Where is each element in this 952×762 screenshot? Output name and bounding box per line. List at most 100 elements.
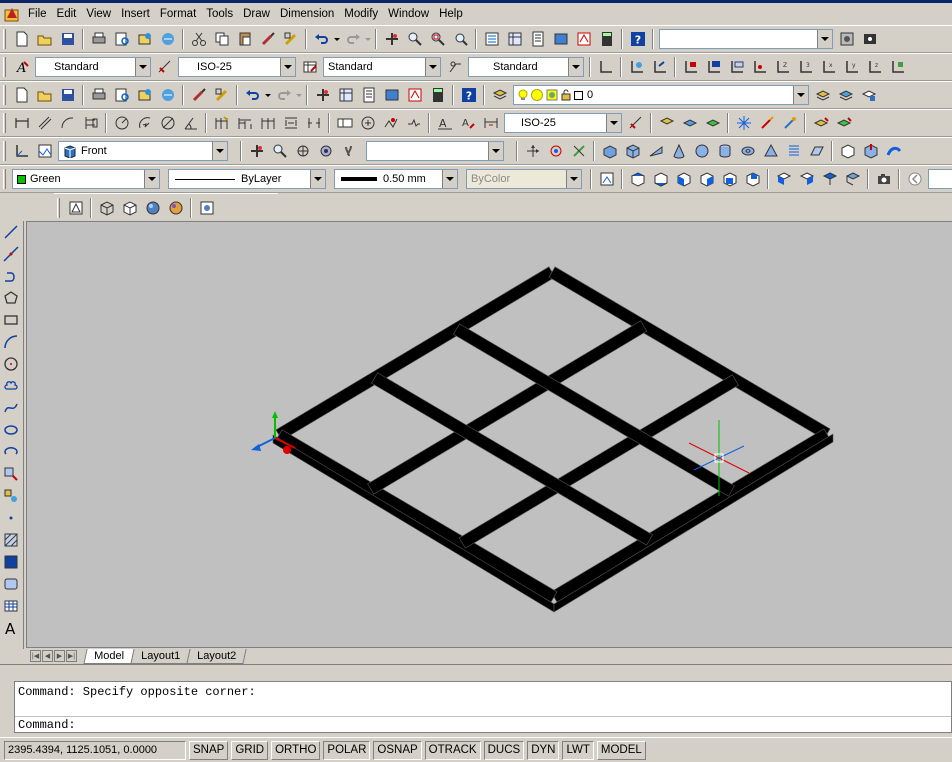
quick-calc-icon[interactable] <box>426 84 449 106</box>
command-prompt-input[interactable]: Command: <box>15 716 951 733</box>
top-view-icon[interactable] <box>626 168 649 190</box>
frame-edge-se[interactable] <box>550 428 831 603</box>
2d-wireframe-icon[interactable] <box>64 197 87 219</box>
named-views-icon[interactable] <box>33 140 56 162</box>
design-center-icon[interactable] <box>503 28 526 50</box>
match-properties-icon[interactable] <box>187 84 210 106</box>
3d-move-icon[interactable] <box>521 140 544 162</box>
3d-align-icon[interactable] <box>567 140 590 162</box>
open-file-icon[interactable] <box>33 84 56 106</box>
wedge-icon[interactable] <box>644 140 667 162</box>
command-window[interactable]: Command: Specify opposite corner: Comman… <box>14 681 952 733</box>
center-mark-icon[interactable] <box>356 112 379 134</box>
insert-block-icon[interactable] <box>0 463 22 485</box>
ucs-z-rotate-icon[interactable]: z <box>863 56 886 78</box>
menu-draw[interactable]: Draw <box>238 5 275 23</box>
redo-dropdown-icon[interactable] <box>295 84 303 106</box>
free-orbit-icon[interactable] <box>314 140 337 162</box>
named-ucs-combo[interactable] <box>366 141 504 161</box>
box-icon[interactable] <box>621 140 644 162</box>
redo-dropdown-icon[interactable] <box>364 28 372 50</box>
table-style-icon[interactable] <box>298 56 321 78</box>
circle-icon[interactable] <box>0 353 22 375</box>
chevron-down-icon[interactable] <box>442 170 457 188</box>
point-icon[interactable] <box>0 507 22 529</box>
jogged-linear-icon[interactable] <box>402 112 425 134</box>
polygon-icon[interactable] <box>0 287 22 309</box>
gradient-icon[interactable] <box>0 551 22 573</box>
cylinder-icon[interactable] <box>713 140 736 162</box>
inspection-icon[interactable] <box>379 112 402 134</box>
otrack-toggle[interactable]: OTRACK <box>424 740 481 760</box>
drawing-canvas[interactable] <box>27 222 952 648</box>
left-view-icon[interactable] <box>672 168 695 190</box>
table-style-combo[interactable]: Standard <box>323 57 441 77</box>
menu-insert[interactable]: Insert <box>116 5 155 23</box>
torus-icon[interactable] <box>736 140 759 162</box>
linear-dimension-icon[interactable] <box>10 112 33 134</box>
new-file-icon[interactable] <box>10 84 33 106</box>
3d-dwf-icon[interactable] <box>156 84 179 106</box>
tab-model[interactable]: Model <box>83 648 135 664</box>
layer-properties-manager-icon[interactable] <box>488 84 511 106</box>
quick-calc-icon[interactable] <box>595 28 618 50</box>
hatch-icon[interactable] <box>0 529 22 551</box>
chevron-down-icon[interactable] <box>135 58 150 76</box>
layer-isolate-icon[interactable] <box>678 112 701 134</box>
menu-tools[interactable]: Tools <box>201 5 238 23</box>
dimension-style-icon[interactable] <box>624 112 647 134</box>
linetype-control-combo[interactable]: ByLayer <box>168 169 326 189</box>
region-icon[interactable] <box>0 573 22 595</box>
ucs-3point-icon[interactable]: 3 <box>794 56 817 78</box>
make-block-icon[interactable] <box>0 485 22 507</box>
markup-set-manager-icon[interactable] <box>403 84 426 106</box>
undo-dropdown-icon[interactable] <box>264 84 272 106</box>
redo-icon[interactable] <box>272 84 295 106</box>
model-toggle[interactable]: MODEL <box>596 740 646 760</box>
quick-dimension-icon[interactable] <box>210 112 233 134</box>
ucs-world-icon[interactable] <box>625 56 648 78</box>
back-view-icon[interactable] <box>741 168 764 190</box>
tool-palettes-icon[interactable] <box>357 84 380 106</box>
layer-on-icon[interactable] <box>518 89 528 101</box>
3d-dwf-icon[interactable] <box>156 28 179 50</box>
toolbar-grip[interactable] <box>3 169 6 189</box>
ellipse-arc-icon[interactable] <box>0 441 22 463</box>
polar-toggle[interactable]: POLAR <box>323 740 371 760</box>
open-file-icon[interactable] <box>33 28 56 50</box>
arc-length-icon[interactable] <box>56 112 79 134</box>
layer-unisolate-icon[interactable] <box>701 112 724 134</box>
ucs-object-icon[interactable] <box>702 56 725 78</box>
spline-icon[interactable] <box>0 397 22 419</box>
chevron-down-icon[interactable] <box>280 58 295 76</box>
walk-icon[interactable] <box>337 140 360 162</box>
block-editor-icon[interactable] <box>279 28 302 50</box>
dimension-style-combo-2[interactable]: ISO-25 <box>504 113 622 133</box>
nw-isometric-icon[interactable] <box>841 168 864 190</box>
layer-color-icon[interactable] <box>574 90 583 100</box>
match-properties-icon[interactable] <box>256 28 279 50</box>
block-editor-icon[interactable] <box>210 84 233 106</box>
autocad-app-icon[interactable] <box>4 6 20 22</box>
osnap-toggle[interactable]: OSNAP <box>373 740 422 760</box>
redo-icon[interactable] <box>341 28 364 50</box>
layer-thaw-icon[interactable] <box>531 89 543 101</box>
chevron-down-icon[interactable] <box>488 142 503 160</box>
front-view-icon[interactable] <box>718 168 741 190</box>
undo-dropdown-icon[interactable] <box>333 28 341 50</box>
se-isometric-icon[interactable] <box>795 168 818 190</box>
ucs-origin-icon[interactable] <box>748 56 771 78</box>
continue-dimension-icon[interactable] <box>256 112 279 134</box>
layer-off-icon[interactable] <box>755 112 778 134</box>
text-style-icon[interactable]: A <box>10 56 33 78</box>
pyramid-icon[interactable] <box>759 140 782 162</box>
3d-rotate-icon[interactable] <box>544 140 567 162</box>
chevron-down-icon[interactable] <box>606 114 621 132</box>
zoom-icon[interactable] <box>268 140 291 162</box>
ucs-view-icon[interactable] <box>725 56 748 78</box>
text-style-combo[interactable]: Standard <box>35 57 151 77</box>
cone-icon[interactable] <box>667 140 690 162</box>
rectangle-icon[interactable] <box>0 309 22 331</box>
last-tab-icon[interactable]: ▶| <box>66 650 77 662</box>
realistic-icon[interactable] <box>141 197 164 219</box>
